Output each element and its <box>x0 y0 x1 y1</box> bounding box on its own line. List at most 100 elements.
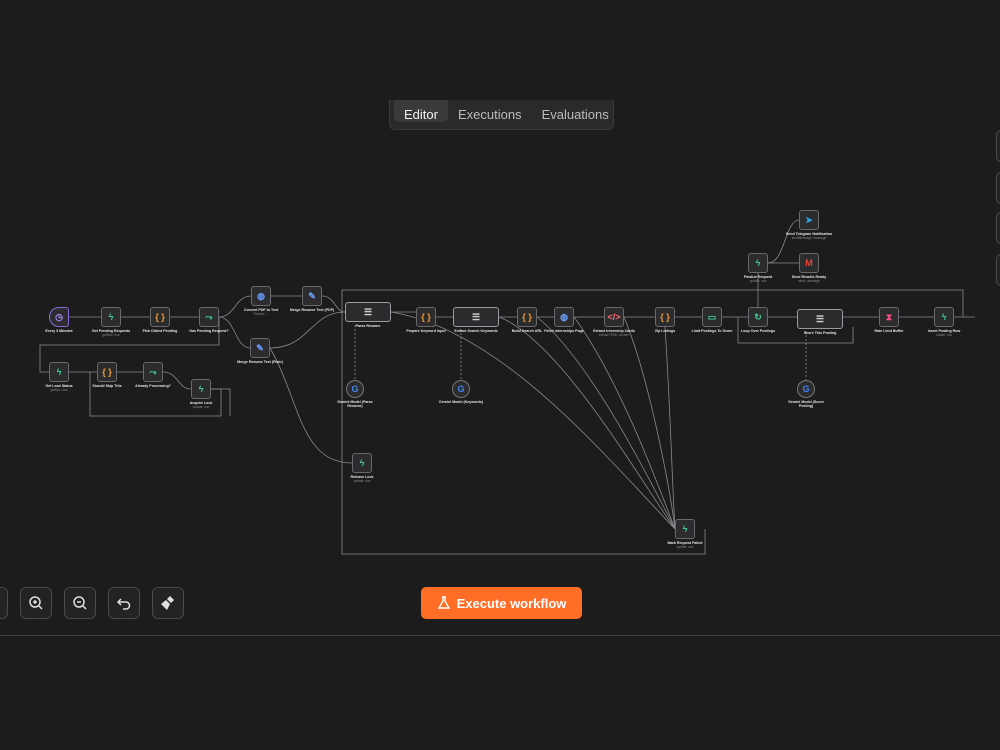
node-fetch[interactable]: ◍ <box>554 307 574 327</box>
node-merge1[interactable]: ✎ <box>302 286 322 306</box>
node-acquire[interactable]: ϟ <box>191 379 211 399</box>
node-subtitle: extract HTML content <box>598 333 630 338</box>
node-parse[interactable]: ☰ <box>345 302 391 322</box>
node-every3[interactable]: ◷ <box>49 307 69 327</box>
node-title: Extract Search Keywords <box>454 329 498 333</box>
node-title: Get Pending Requests <box>91 329 131 333</box>
telegram-icon: ➤ <box>805 214 813 225</box>
hourglass-icon: ⧗ <box>885 311 893 322</box>
node-prepkey[interactable]: { } <box>416 307 436 327</box>
branch-icon: ⤳ <box>205 311 213 322</box>
node-title: Has Pending Request? <box>189 329 229 333</box>
node-extract[interactable]: ☰ <box>453 307 499 327</box>
zoom-out-icon <box>73 596 87 610</box>
node-title: Gemini Model (Score Posting) <box>788 400 824 409</box>
node-skip[interactable]: { } <box>97 362 117 382</box>
node-gem3[interactable]: G <box>797 380 815 398</box>
google-icon: G <box>802 384 810 394</box>
bolt-icon: ϟ <box>359 458 365 468</box>
node-title: Score This Posting <box>803 331 837 335</box>
node-title: Finalize Request <box>743 275 773 279</box>
node-already[interactable]: ⤳ <box>143 362 163 382</box>
node-telegram[interactable]: ➤ <box>799 210 819 230</box>
side-panel-button[interactable] <box>996 172 1000 204</box>
node-rate[interactable]: ⧗ <box>879 307 899 327</box>
node-label: Gemini Model (Parse Resume) <box>330 400 380 409</box>
node-subtitle: getRpc: row <box>50 388 68 393</box>
node-finalize[interactable]: ϟ <box>748 253 768 273</box>
edge <box>341 300 706 555</box>
node-label: Release Lock update: row <box>337 475 387 484</box>
node-label: Extract Search Keywords <box>451 329 501 333</box>
node-insert[interactable]: ϟ <box>934 307 954 327</box>
node-limit[interactable]: ▭ <box>702 307 722 327</box>
view-tabs: Editor Executions Evaluations <box>389 100 614 130</box>
fit-view-button[interactable] <box>0 587 8 619</box>
braces-icon: { } <box>660 312 670 322</box>
node-label: Get Lead Status getRpc: row <box>34 384 84 393</box>
node-label: Loop Over Postings <box>733 329 783 333</box>
node-extcard[interactable]: </> <box>604 307 624 327</box>
workflow-canvas[interactable]: ◷ Every 3 Minutes ϟ Get Pending Requests get… <box>0 0 1000 635</box>
node-gem2[interactable]: G <box>452 380 470 398</box>
edge <box>623 316 676 530</box>
undo-button[interactable] <box>108 587 140 619</box>
side-panel-button[interactable] <box>996 254 1000 286</box>
bolt-icon: ϟ <box>682 524 688 534</box>
braces-icon: { } <box>522 312 532 322</box>
side-panel-button[interactable] <box>996 212 1000 244</box>
side-panel-button[interactable] <box>996 130 1000 162</box>
node-title: Fetch Internships Page <box>544 329 584 333</box>
braces-icon: { } <box>155 312 165 322</box>
google-icon: G <box>351 384 359 394</box>
node-pdf1[interactable]: ◍ <box>251 286 271 306</box>
clock-icon: ◷ <box>55 311 63 322</box>
node-title: Parse Resume <box>355 324 381 328</box>
node-title: Build Search URL <box>511 329 543 333</box>
node-label: Merge Resume Text (Plain) <box>235 360 285 364</box>
node-label: Convert PDF to Text Extract: ... <box>236 308 286 317</box>
node-gmail[interactable]: M <box>799 253 819 273</box>
node-getpend[interactable]: ϟ <box>101 307 121 327</box>
tab-editor[interactable]: Editor <box>394 100 448 122</box>
node-title: Zip Listings <box>654 329 676 333</box>
clean-up-button[interactable] <box>152 587 184 619</box>
node-label: Limit Postings To Score <box>687 329 737 333</box>
node-title: Acquire Lock <box>189 401 213 405</box>
zoom-in-button[interactable] <box>20 587 52 619</box>
loop-icon: ↻ <box>754 311 762 322</box>
tab-executions[interactable]: Executions <box>448 100 532 122</box>
code-icon: </> <box>607 312 621 322</box>
node-title: Release Lock <box>350 475 374 479</box>
zoom-out-button[interactable] <box>64 587 96 619</box>
node-title: Send Results Ready <box>791 275 827 279</box>
node-subtitle: create: row <box>936 333 952 338</box>
node-gem1[interactable]: G <box>346 380 364 398</box>
edge <box>390 311 676 530</box>
edge <box>664 326 676 530</box>
node-score[interactable]: ☰ <box>797 309 843 329</box>
tab-evaluations[interactable]: Evaluations <box>532 100 613 122</box>
node-ifnosteps[interactable]: ⤳ <box>199 307 219 327</box>
node-merge2[interactable]: ✎ <box>250 338 270 358</box>
google-icon: G <box>457 384 465 394</box>
node-title: Loop Over Postings <box>740 329 776 333</box>
node-label: Pick Oldest Pending <box>135 329 185 333</box>
node-zip[interactable]: { } <box>655 307 675 327</box>
node-release[interactable]: ϟ <box>352 453 372 473</box>
node-subtitle: send: message <box>798 279 820 284</box>
node-failed[interactable]: ϟ <box>675 519 695 539</box>
node-title: Pick Oldest Pending <box>142 329 178 333</box>
node-getlead[interactable]: ϟ <box>49 362 69 382</box>
node-loop[interactable]: ↻ <box>748 307 768 327</box>
node-label: Already Processing? <box>128 384 178 388</box>
node-subtitle: getRpc: row <box>102 333 120 338</box>
node-build[interactable]: { } <box>517 307 537 327</box>
node-pickold[interactable]: { } <box>150 307 170 327</box>
node-subtitle: sendMessage: message <box>791 236 827 241</box>
edge <box>498 316 676 530</box>
node-subtitle: update: row <box>676 545 694 550</box>
node-label: Send Results Ready send: message <box>784 275 834 284</box>
execute-workflow-button[interactable]: Execute workflow <box>421 587 582 619</box>
node-title: Extract Internship Cards <box>593 329 635 333</box>
